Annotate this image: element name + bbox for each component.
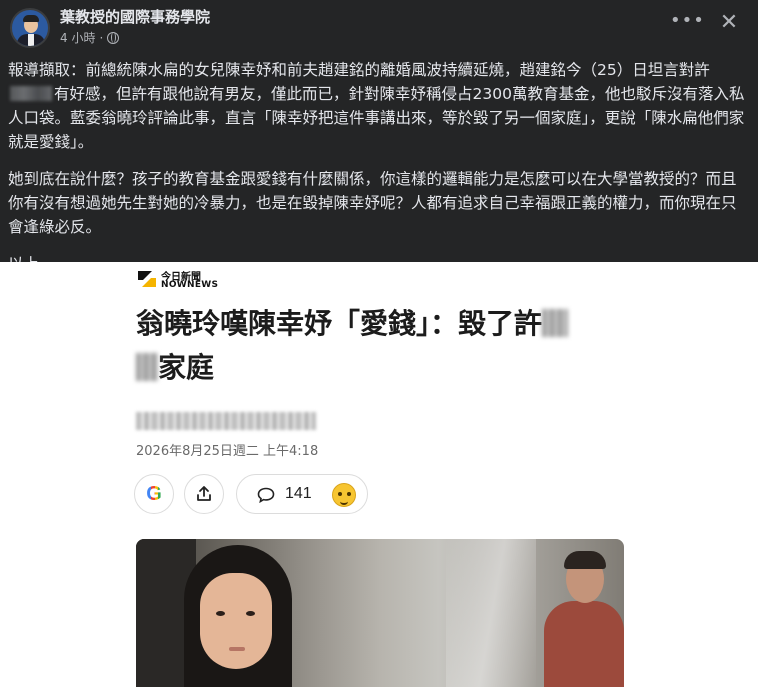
globe-icon [107, 31, 120, 44]
close-icon: ✕ [719, 10, 739, 35]
comment-icon [257, 487, 275, 503]
article-photo[interactable] [136, 539, 624, 687]
more-options-icon: ••• [670, 10, 705, 31]
article-screenshot[interactable]: 今日新聞 NOWNEWS 翁曉玲嘆陳幸妤「愛錢」：毀了許 家庭 2026年8月2… [0, 262, 758, 687]
article-headline: 翁曉玲嘆陳幸妤「愛錢」：毀了許 家庭 [136, 302, 636, 390]
avatar-hair [23, 15, 39, 22]
post-meta: 4 小時 · [60, 29, 120, 46]
post-header: 葉教授的國際事務學院 4 小時 · ••• ✕ [0, 0, 758, 52]
close-button[interactable]: ✕ [716, 10, 742, 36]
post-paragraph-1: 報導擷取：前總統陳水扁的女兒陳幸妤和前夫趙建銘的離婚風波持續延燒，趙建銘今（25… [8, 61, 745, 151]
blurred-headline-part [542, 309, 569, 337]
avatar-shirt [28, 34, 34, 46]
article-date: 2026年8月25日週二 上午4:18 [136, 444, 319, 459]
thinking-face-icon [332, 483, 356, 507]
page-avatar[interactable] [10, 8, 50, 48]
blurred-headline-part-2 [136, 353, 158, 381]
blurred-byline [136, 412, 316, 430]
post-timestamp[interactable]: 4 小時 [60, 29, 95, 46]
source-name-en: NOWNEWS [161, 280, 219, 290]
google-icon: G [146, 482, 162, 505]
comments-button[interactable]: 141 [236, 474, 368, 514]
blurred-name [10, 86, 52, 101]
comment-count: 141 [285, 485, 312, 502]
page-name-link[interactable]: 葉教授的國際事務學院 [60, 6, 210, 27]
nownews-logo-icon [136, 268, 158, 290]
more-options-button[interactable]: ••• [670, 12, 704, 36]
share-button[interactable] [184, 474, 224, 514]
post-body: 報導擷取：前總統陳水扁的女兒陳幸妤和前夫趙建銘的離婚風波持續延燒，趙建銘今（25… [8, 58, 750, 289]
google-button[interactable]: G [134, 474, 174, 514]
post-paragraph-2: 她到底在說什麼？孩子的教育基金跟愛錢有什麼關係，你這樣的邏輯能力是怎麼可以在大學… [8, 170, 737, 236]
share-icon [197, 486, 211, 501]
